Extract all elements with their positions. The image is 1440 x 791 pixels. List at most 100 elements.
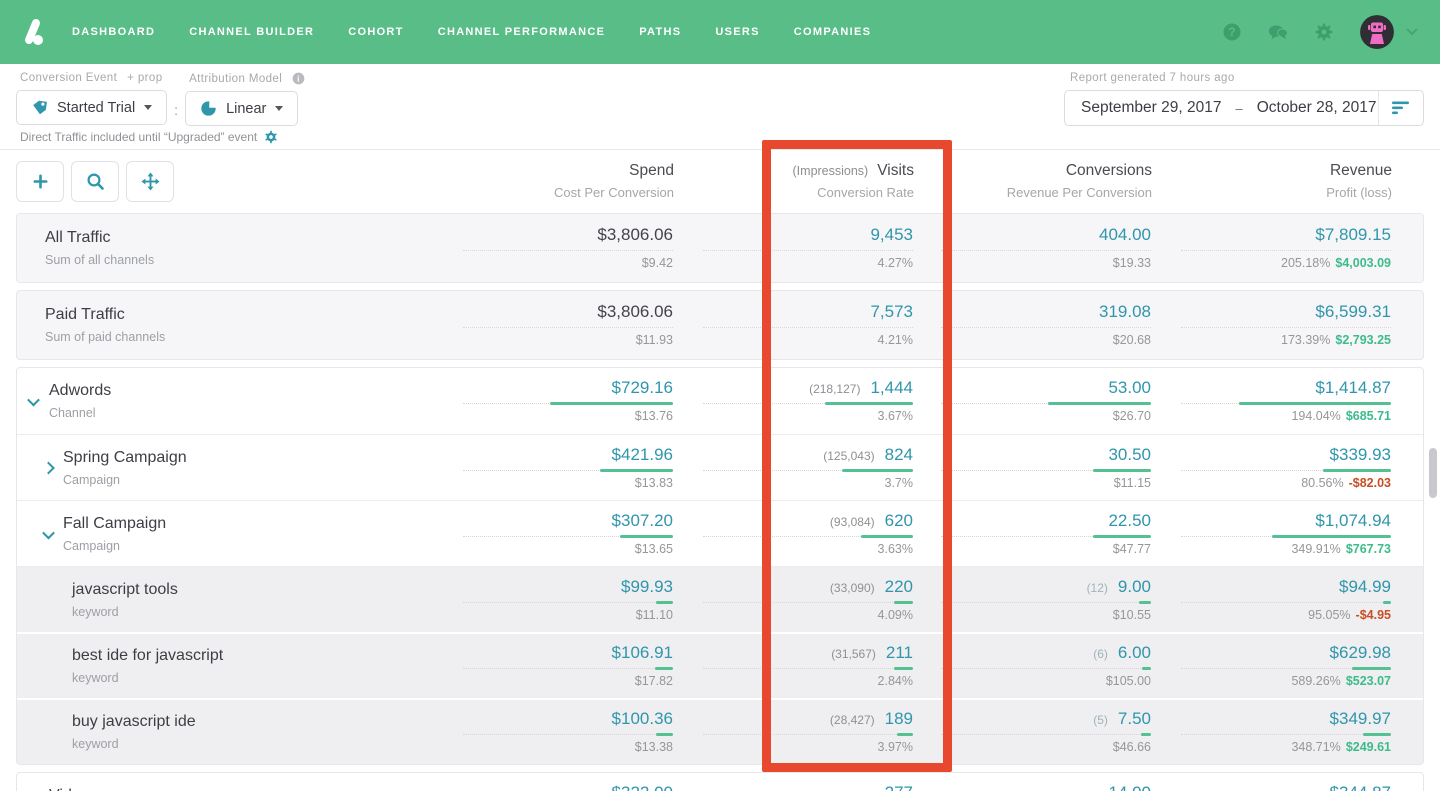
gear-icon[interactable] — [1314, 22, 1334, 42]
primary-value: 277 — [885, 783, 913, 791]
svg-text:?: ? — [1228, 27, 1235, 39]
table-row[interactable]: javascript toolskeyword$99.93$11.10(33,0… — [17, 566, 1423, 632]
info-icon[interactable]: i — [292, 72, 305, 85]
secondary-value: $46.66 — [1113, 740, 1151, 755]
settings-gear-icon[interactable] — [264, 130, 278, 144]
value-separator — [703, 665, 913, 669]
add-channel-button[interactable] — [16, 161, 64, 202]
value-text: $344.87 — [1330, 783, 1391, 791]
table-row[interactable]: Fall CampaignCampaign$307.20$13.65(93,08… — [17, 500, 1423, 566]
header-visits[interactable]: (Impressions) Visits Conversion Rate — [674, 162, 914, 200]
table-row[interactable]: buy javascript idekeyword$100.36$13.38(2… — [17, 698, 1423, 764]
vertical-scrollbar-thumb[interactable] — [1429, 448, 1437, 498]
table-row[interactable]: Spring CampaignCampaign$421.96$13.83(125… — [17, 434, 1423, 500]
attribution-model-dropdown[interactable]: Linear — [185, 91, 298, 126]
row-type-label: Sum of paid channels — [45, 330, 165, 344]
value-separator — [463, 324, 673, 328]
nav-item-channel-performance[interactable]: CHANNEL PERFORMANCE — [438, 26, 606, 38]
share-bar — [655, 667, 673, 670]
chevron-down-icon[interactable] — [42, 526, 55, 539]
value-text: $339.93 — [1330, 445, 1391, 465]
header-visits-label: Visits — [877, 162, 914, 180]
value-text: 189 — [885, 709, 913, 729]
account-menu-caret-icon[interactable] — [1406, 28, 1418, 36]
value-text: $7,809.15 — [1315, 225, 1391, 245]
profit-percent: 348.71% — [1291, 740, 1340, 754]
chevron-right-icon[interactable] — [42, 461, 55, 474]
profit-amount: -$82.03 — [1349, 476, 1391, 490]
header-spend[interactable]: Spend Cost Per Conversion — [449, 162, 674, 200]
row-card: Paid Traffic Sum of paid channels $3,806.0… — [16, 290, 1424, 360]
share-bar — [656, 601, 673, 604]
table-row[interactable]: Paid Traffic Sum of paid channels $3,806.0… — [17, 291, 1423, 359]
profit-amount: $523.07 — [1346, 674, 1391, 688]
secondary-value: 173.39%$2,793.25 — [1281, 333, 1391, 348]
share-bar — [897, 733, 913, 736]
share-bar — [1272, 535, 1391, 538]
profit-percent: 95.05% — [1308, 608, 1350, 622]
date-filter-button[interactable] — [1379, 101, 1423, 115]
app-logo[interactable] — [16, 15, 50, 49]
nav-item-channel-builder[interactable]: CHANNEL BUILDER — [189, 26, 314, 38]
value-text: $629.98 — [1330, 643, 1391, 663]
nav-item-cohort[interactable]: COHORT — [348, 26, 403, 38]
add-prop-button[interactable]: + prop — [127, 72, 162, 84]
move-button[interactable] — [126, 161, 174, 202]
avatar[interactable] — [1360, 15, 1394, 49]
nav-item-users[interactable]: USERS — [715, 26, 759, 38]
row-title: Video — [49, 787, 96, 791]
value-separator — [703, 731, 913, 735]
spend-cell: $3,806.06$9.42 — [448, 225, 673, 271]
primary-value: $3,806.06 — [597, 302, 673, 324]
value-prefix: (125,043) — [823, 449, 874, 463]
table-row[interactable]: best ide for javascriptkeyword$106.91$17… — [17, 632, 1423, 698]
header-revenue[interactable]: Revenue Profit (loss) — [1152, 162, 1392, 200]
primary-value: (33,090)220 — [830, 577, 913, 599]
date-range-picker[interactable]: September 29, 2017 – October 28, 2017 — [1064, 90, 1424, 126]
value-text: 404.00 — [1099, 225, 1151, 245]
primary-value: 14.00 — [1108, 783, 1151, 791]
header-conversions-label: Conversions — [1066, 162, 1152, 180]
value-separator — [1181, 665, 1391, 669]
value-prefix: (6) — [1093, 647, 1108, 661]
conversions-cell: (12)9.00$10.55 — [913, 577, 1151, 623]
revenue-cell: $339.9380.56%-$82.03 — [1151, 445, 1391, 491]
primary-value: $6,599.31 — [1315, 302, 1391, 324]
primary-value: (6)6.00 — [1093, 643, 1151, 665]
chat-icon[interactable] — [1268, 22, 1288, 42]
value-prefix: (31,567) — [831, 647, 876, 661]
conversion-event-dropdown[interactable]: Started Trial — [16, 90, 167, 125]
primary-value: 30.50 — [1108, 445, 1151, 467]
value-text: 7,573 — [870, 302, 913, 322]
chevron-down-icon[interactable] — [27, 394, 40, 407]
value-text: $3,806.06 — [597, 225, 673, 245]
row-card: VideoChannel$322.0027714.00$344.87 — [16, 772, 1424, 791]
value-text: 277 — [885, 783, 913, 791]
search-button[interactable] — [71, 161, 119, 202]
primary-value: 319.08 — [1099, 302, 1151, 324]
value-text: $421.96 — [612, 445, 673, 465]
value-prefix: (93,084) — [830, 515, 875, 529]
table-header: Spend Cost Per Conversion (Impressions) … — [16, 160, 1424, 202]
table-row[interactable]: All TrafficSum of all channels$3,806.06$… — [17, 214, 1423, 282]
table-row[interactable]: AdwordsChannel$729.16$13.76(218,127)1,44… — [17, 368, 1423, 434]
nav-item-paths[interactable]: PATHS — [639, 26, 681, 38]
profit-percent: 349.91% — [1291, 542, 1340, 556]
value-text: $106.91 — [612, 643, 673, 663]
value-separator — [1181, 400, 1391, 404]
visits-cell: (31,567)2112.84% — [673, 643, 913, 689]
primary-value: 53.00 — [1108, 378, 1151, 400]
nav-item-companies[interactable]: COMPANIES — [794, 26, 872, 38]
help-icon[interactable]: ? — [1222, 22, 1242, 42]
value-prefix: (28,427) — [830, 713, 875, 727]
row-name-block: best ide for javascriptkeyword — [72, 647, 223, 685]
nav-item-dashboard[interactable]: DASHBOARD — [72, 26, 155, 38]
value-text: 620 — [885, 511, 913, 531]
pie-chart-icon — [200, 100, 217, 117]
row-title: Paid Traffic — [45, 306, 165, 324]
share-bar — [1093, 469, 1151, 472]
header-conversions[interactable]: Conversions Revenue Per Conversion — [914, 162, 1152, 200]
row-name-cell: Paid Traffic Sum of paid channels — [17, 291, 448, 359]
value-separator — [463, 400, 673, 404]
table-row[interactable]: VideoChannel$322.0027714.00$344.87 — [17, 773, 1423, 791]
